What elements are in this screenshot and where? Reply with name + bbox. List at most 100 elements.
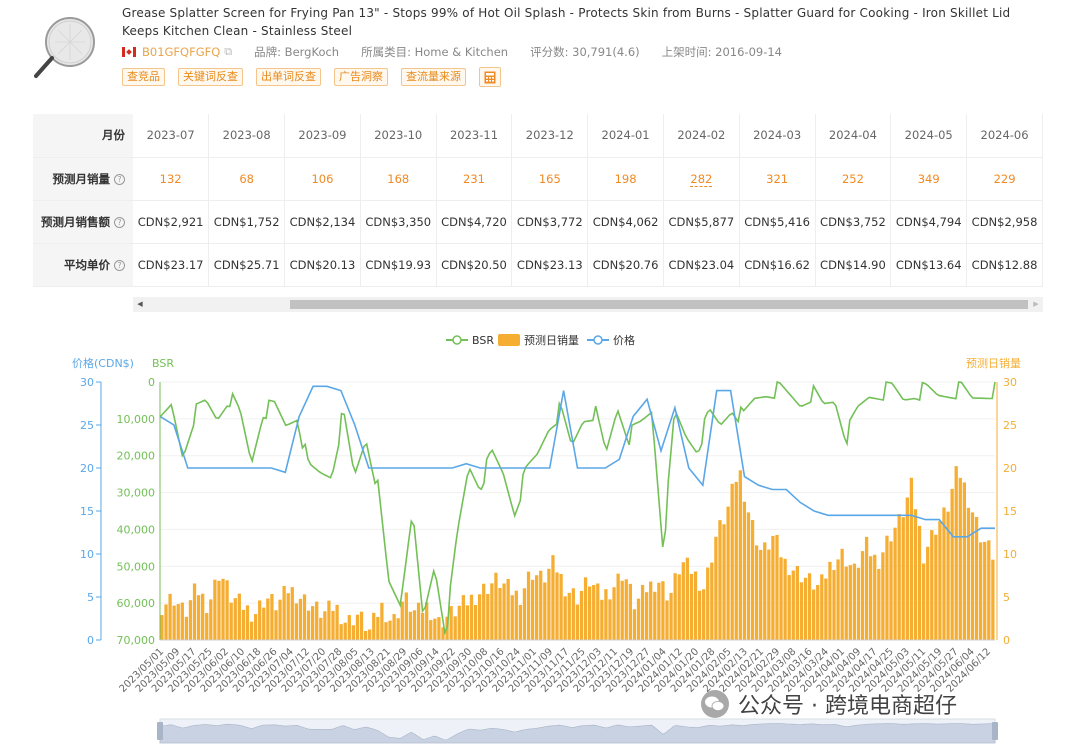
daily-sales-bar [913,509,918,640]
daily-sales-bar [787,575,791,640]
daily-sales-bar [669,592,673,640]
daily-sales-bar [885,535,889,640]
daily-sales-bar [909,477,914,640]
help-icon[interactable]: ? [114,259,125,271]
daily-sales-bar [543,582,547,640]
splatter-screen-image[interactable] [30,14,98,82]
daily-sales-bar [970,512,975,640]
scroll-left-arrow[interactable]: ◀ [133,297,147,312]
daily-sales-bar [873,554,877,640]
product-meta: B01GFQFGFQ ⧉ 品牌: BergKoch 所属类目: Home & K… [122,44,804,60]
table-cell: CDN$4,720 [436,200,513,244]
table-cell: 132 [133,157,210,201]
axis-titles: 价格(CDN$) BSR 预测日销量 [72,356,1021,370]
canada-flag-icon [122,47,136,57]
table-cell: CDN$20.13 [284,243,361,287]
daily-sales-bar [799,582,804,640]
daily-sales-bar [323,611,327,640]
table-cell: 252 [815,157,892,201]
daily-sales-bar [184,616,189,640]
monthly-units-label: 预测月销量? [33,157,133,201]
daily-sales-bar [168,593,172,640]
daily-sales-bar [966,507,971,640]
month-header: 2024-06 [966,114,1043,158]
month-header: 2024-02 [663,114,740,158]
daily-sales-bar [592,584,596,640]
bsr-tick: 20,000 [117,450,156,463]
table-cell: CDN$1,752 [208,200,286,244]
table-cell: CDN$14.90 [815,243,892,287]
daily-sales-bar [237,593,241,640]
competitor-button[interactable]: 查竞品 [122,68,165,86]
daily-sales-bar [420,612,425,640]
product-title[interactable]: Grease Splatter Screen for Frying Pan 13… [122,4,1042,40]
table-cell: 349 [890,157,968,201]
order-keyword-button[interactable]: 出单词反查 [256,68,321,86]
daily-sales-bar [608,599,612,640]
daily-sales-bar [510,595,514,640]
ad-insight-button[interactable]: 广告洞察 [334,68,388,86]
daily-sales-bar [767,549,771,640]
daily-sales-bar [469,594,474,640]
daily-sales-bar [685,557,690,640]
daily-sales-bar [486,593,490,640]
daily-sales-bar [775,534,779,640]
daily-sales-bar [693,571,698,640]
calculator-icon[interactable] [479,67,501,87]
table-cell[interactable]: 282 [663,157,740,201]
daily-sales-bar [327,600,331,640]
daily-sales-bar [620,580,624,640]
daily-sales-bar [917,525,922,640]
scroll-right-arrow[interactable]: ▶ [1029,297,1043,312]
bsr-tick: 60,000 [117,597,156,610]
daily-sales-bar [412,610,417,640]
asin-link[interactable]: B01GFQFGFQ [142,45,220,59]
keyword-lookup-button[interactable]: 关键词反查 [178,68,243,86]
daily-sales-bar [697,590,702,640]
watermark: 公众号 · 跨境电商超仔 [700,688,957,720]
table-cell: CDN$16.62 [739,243,816,287]
zoom-slider[interactable] [157,718,998,744]
daily-sales-bar [763,542,767,640]
daily-sales-bar [258,600,262,640]
daily-sales-bar [636,598,641,640]
daily-sales-bar [209,599,213,640]
table-scrollbar[interactable]: ◀ ▶ [133,297,1043,312]
table-cell: CDN$23.13 [511,243,589,287]
daily-sales-bar [974,516,979,640]
scroll-thumb[interactable] [290,300,1028,309]
table-cell: CDN$3,752 [815,200,892,244]
daily-sales-bar [266,598,270,640]
daily-sales-bar [535,575,539,640]
daily-sales-bar [160,615,164,640]
legend-label: 价格 [613,333,635,347]
daily-sales-bar [286,593,290,640]
daily-sales-bar [241,609,246,640]
daily-sales-bar [954,466,958,640]
price-tick: 15 [80,505,94,518]
table-cell: CDN$3,772 [511,200,589,244]
daily-sales-bar [803,577,808,640]
daily-sales-bar [518,604,523,640]
daily-tick: 0 [1003,634,1010,647]
monthly-sales-table: 月份 2023-07 2023-08 2023-09 2023-10 2023-… [33,114,1043,287]
daily-sales-bar [388,620,392,640]
daily-sales-bar [253,614,258,640]
daily-sales-bar [176,604,180,640]
daily-sales-bar [575,604,580,640]
external-link-icon[interactable]: ⧉ [224,45,232,59]
traffic-source-button[interactable]: 查流量来源 [401,68,466,86]
daily-sales-bar [368,629,372,640]
daily-tick: 30 [1003,376,1017,389]
daily-sales-bar [192,583,197,640]
daily-sales-bar [522,588,527,640]
help-icon[interactable]: ? [114,216,125,228]
table-cell: CDN$23.04 [663,243,740,287]
daily-sales-bar [783,558,787,640]
help-icon[interactable]: ? [114,173,125,185]
table-cell: CDN$20.76 [587,243,664,287]
daily-sales-bar [331,610,335,640]
daily-sales-bar [632,609,637,640]
daily-sales-bar [567,592,571,640]
daily-sales-bar [726,506,730,640]
